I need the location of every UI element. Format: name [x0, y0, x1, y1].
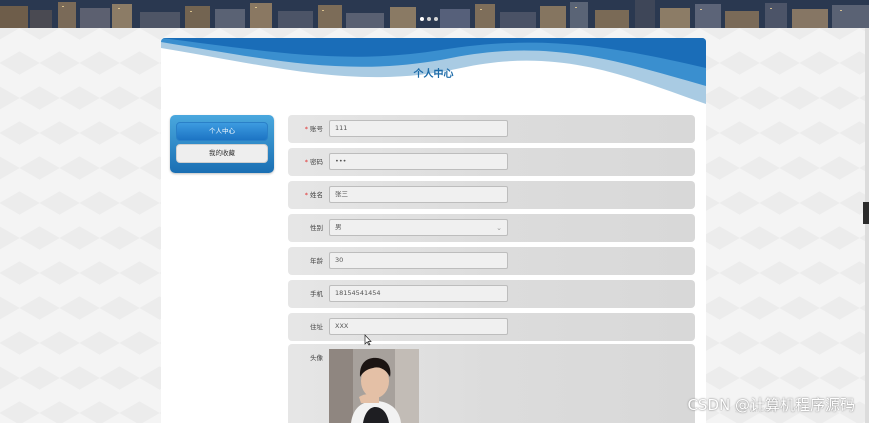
side-scroll-handle[interactable]: [863, 202, 869, 224]
window-edge: [865, 28, 869, 423]
form-row-age: 年龄 30: [288, 247, 695, 275]
field-label: * 密码: [304, 158, 323, 166]
form-row-gender: 性别 男 ⌄: [288, 214, 695, 242]
form-row-address: 住址 XXX: [288, 313, 695, 341]
field-label: 住址: [310, 323, 323, 331]
side-menu: 个人中心 我的收藏: [170, 115, 274, 173]
field-label: * 姓名: [304, 191, 323, 199]
form-row-account: * 账号 111: [288, 115, 695, 143]
phone-input[interactable]: 18154541454: [329, 285, 508, 302]
gender-select-value: 男: [335, 223, 342, 231]
carousel-dot[interactable]: [434, 17, 438, 21]
account-input[interactable]: 111: [329, 120, 508, 137]
form-row-phone: 手机 18154541454: [288, 280, 695, 308]
field-label: 性别: [310, 224, 323, 232]
page-title: 个人中心: [413, 69, 454, 80]
password-input[interactable]: •••: [329, 153, 508, 170]
field-label: * 账号: [304, 125, 323, 133]
form-row-name: * 姓名 张三: [288, 181, 695, 209]
required-mark: *: [304, 158, 308, 166]
field-label: 手机: [310, 290, 323, 298]
required-mark: *: [304, 191, 308, 199]
avatar-photo: [329, 349, 419, 423]
mouse-cursor-icon: [364, 334, 372, 346]
name-input[interactable]: 张三: [329, 186, 508, 203]
menu-item-profile[interactable]: 个人中心: [176, 122, 268, 141]
carousel-dots: [420, 15, 441, 23]
city-skyline-image: [0, 0, 869, 28]
gender-select[interactable]: 男 ⌄: [329, 219, 508, 236]
field-label: 年龄: [310, 257, 323, 265]
form-row-avatar: 头像: [288, 344, 695, 423]
avatar[interactable]: [329, 349, 419, 423]
age-input[interactable]: 30: [329, 252, 508, 269]
address-input[interactable]: XXX: [329, 318, 508, 335]
required-mark: *: [304, 125, 308, 133]
watermark: CSDN @计算机程序源码: [687, 396, 855, 414]
form-row-password: * 密码 •••: [288, 148, 695, 176]
menu-item-favorites[interactable]: 我的收藏: [176, 144, 268, 163]
field-label: 头像: [310, 354, 323, 362]
carousel-dot[interactable]: [427, 17, 431, 21]
carousel-dot[interactable]: [420, 17, 424, 21]
city-banner: [0, 0, 869, 28]
chevron-down-icon: ⌄: [496, 224, 502, 232]
profile-panel: 个人中心 个人中心 我的收藏 * 账号 111 * 密码 ••• * 姓名 张三 性别…: [161, 38, 706, 423]
